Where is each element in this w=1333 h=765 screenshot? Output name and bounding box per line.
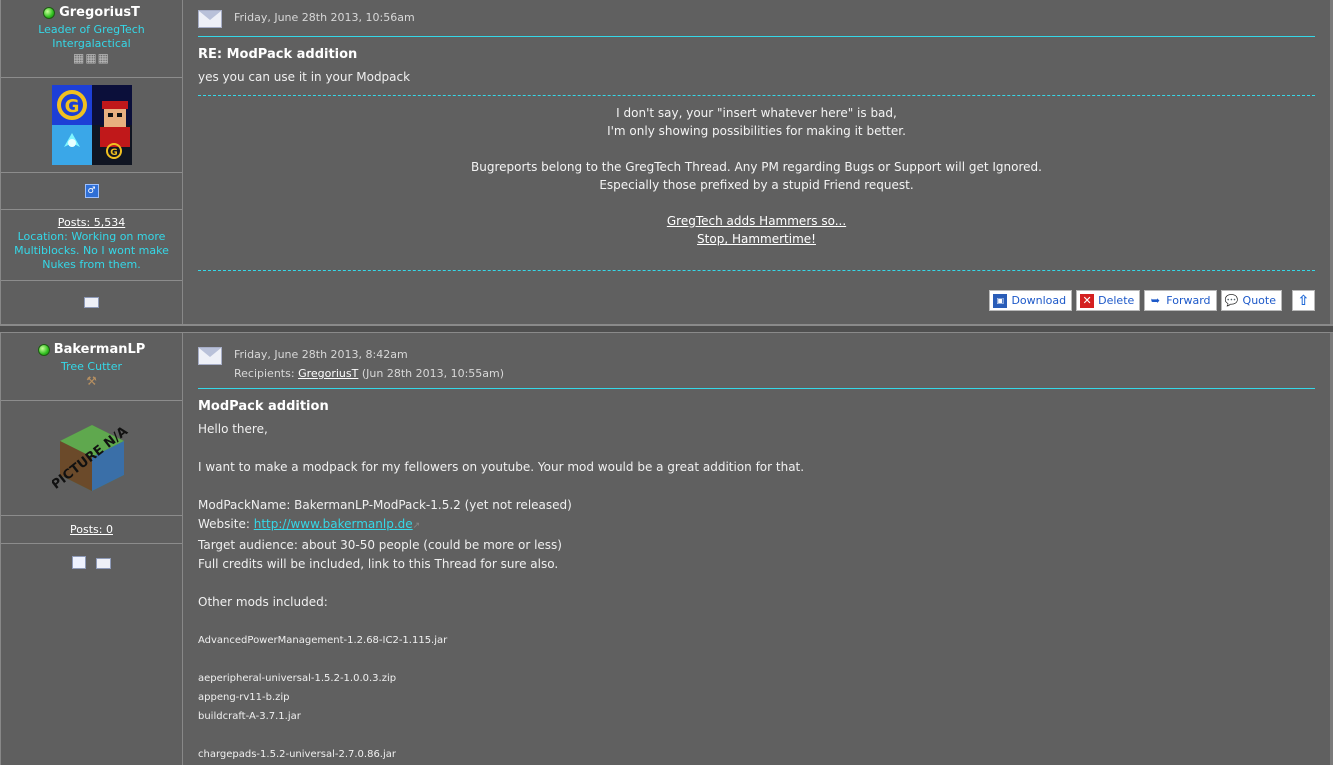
forward-label: Forward [1166, 294, 1211, 307]
message-envelope-icon [198, 347, 222, 365]
mod-file-item: appeng-rv11-b.zip [198, 692, 290, 703]
body-line: ModPackName: BakermanLP-ModPack-1.5.2 (y… [198, 498, 572, 512]
body-line: Hello there, [198, 422, 268, 436]
contact-cell [1, 281, 182, 324]
forward-button[interactable]: ➥ Forward [1144, 290, 1217, 311]
avatar-cell: PICTURE N/A [1, 401, 182, 516]
svg-text:G: G [64, 96, 79, 117]
author-sidebar: BakermanLP Tree Cutter ⚒ PICTURE N/A Pos… [0, 333, 183, 765]
message-content: Friday, June 28th 2013, 10:56am RE: ModP… [183, 0, 1333, 324]
signature-line: I'm only showing possibilities for makin… [607, 124, 906, 138]
body-line: Target audience: about 30-50 people (cou… [198, 538, 562, 552]
external-link-icon: ↗ [412, 521, 421, 531]
message-subject: RE: ModPack addition [198, 47, 358, 62]
message-subject: ModPack addition [198, 399, 329, 414]
avatar: PICTURE N/A [52, 424, 131, 493]
scroll-to-top-button[interactable]: ⇧ [1292, 290, 1315, 311]
signature-line: I don't say, your "insert whatever here"… [616, 106, 897, 120]
author-name[interactable]: BakermanLP [54, 343, 146, 357]
axe-rank-icon: ⚒ [86, 374, 97, 388]
svg-text:G: G [110, 148, 117, 158]
contact-cell [1, 544, 182, 765]
send-pm-icon[interactable] [95, 558, 111, 569]
online-status-icon [43, 7, 56, 19]
quote-bubble-icon: 💬 [1224, 293, 1239, 307]
signature-link-hammers[interactable]: GregTech adds Hammers so... [667, 214, 846, 228]
recipient-link[interactable]: GregoriusT [298, 367, 358, 380]
message-actions: ▣ Download ✕ Delete ➥ Forward 💬 Quote ⇧ [989, 290, 1315, 311]
header-divider [198, 36, 1315, 37]
message-content: Friday, June 28th 2013, 8:42am Recipient… [183, 333, 1333, 765]
arrow-up-icon: ⇧ [1297, 292, 1310, 309]
recipients-label: Recipients: [234, 367, 295, 380]
message-body: Hello there, I want to make a modpack fo… [198, 420, 1315, 764]
online-status-icon [37, 344, 50, 356]
message-date: Friday, June 28th 2013, 8:42am [234, 348, 408, 361]
signature-link-hammertime[interactable]: Stop, Hammertime! [697, 232, 816, 246]
posts-count-link[interactable]: Posts: 0 [70, 523, 113, 537]
gender-cell: ♂ [1, 173, 182, 210]
download-button[interactable]: ▣ Download [989, 290, 1073, 311]
delete-label: Delete [1098, 294, 1135, 307]
author-stats: Posts: 0 [1, 516, 182, 544]
body-line: I want to make a modpack for my fellower… [198, 460, 805, 474]
website-link[interactable]: http://www.bakermanlp.de [254, 517, 413, 531]
recipients-line: Recipients: GregoriusT (Jun 28th 2013, 1… [234, 367, 504, 380]
signature-line: Especially those prefixed by a stupid Fr… [599, 178, 914, 192]
message-post: BakermanLP Tree Cutter ⚒ PICTURE N/A Pos… [0, 332, 1333, 765]
author-name[interactable]: GregoriusT [59, 6, 140, 20]
author-sidebar: GregoriusT Leader of GregTech Intergalac… [0, 0, 183, 324]
author-info: GregoriusT Leader of GregTech Intergalac… [1, 0, 182, 78]
website-line: Website: http://www.bakermanlp.de↗ [198, 515, 1315, 536]
body-line: Other mods included: [198, 595, 328, 609]
header-divider [198, 388, 1315, 389]
rank-title-line2: Intergalactical [52, 37, 131, 50]
rank-title: Leader of GregTech [38, 23, 145, 36]
location-line: Multiblocks. No I wont make [14, 244, 169, 257]
message-post: GregoriusT Leader of GregTech Intergalac… [0, 0, 1333, 326]
pm-conversation: GregoriusT Leader of GregTech Intergalac… [0, 0, 1333, 765]
avatar-cell: G G [1, 78, 182, 173]
delete-x-icon: ✕ [1080, 293, 1095, 308]
message-header: Friday, June 28th 2013, 8:42am Recipient… [198, 333, 1315, 380]
message-envelope-icon [198, 10, 222, 28]
posts-count-link[interactable]: Posts: 5,534 [58, 216, 125, 229]
mod-file-item: chargepads-1.5.2-universal-2.7.0.86.jar [198, 749, 396, 760]
delete-button[interactable]: ✕ Delete [1076, 290, 1141, 311]
author-info: BakermanLP Tree Cutter ⚒ [1, 333, 182, 401]
rank-title: Tree Cutter [61, 360, 122, 373]
quote-button[interactable]: 💬 Quote [1220, 290, 1282, 311]
forward-arrow-icon: ➥ [1150, 293, 1160, 307]
message-date: Friday, June 28th 2013, 10:56am [234, 11, 415, 24]
signature-end-divider [198, 270, 1315, 271]
mod-file-item: aeperipheral-universal-1.5.2-1.0.0.3.zip [198, 673, 397, 684]
rank-stars-icon: ▦▦▦ [72, 51, 110, 65]
mod-file-item: AdvancedPowerManagement-1.2.68-IC2-1.115… [198, 635, 448, 646]
location-line: Nukes from them. [42, 258, 141, 271]
send-pm-icon[interactable] [84, 297, 99, 308]
location-line: Location: Working on more [17, 230, 166, 243]
quote-label: Quote [1242, 294, 1276, 307]
author-stats: Posts: 5,534 Location: Working on more M… [1, 210, 182, 281]
message-body: yes you can use it in your Modpack [198, 70, 411, 84]
website-label: Website: [198, 517, 250, 531]
message-header: Friday, June 28th 2013, 10:56am [198, 0, 1315, 28]
recipient-time: (Jun 28th 2013, 10:55am) [361, 367, 505, 380]
signature-line: Bugreports belong to the GregTech Thread… [471, 160, 1042, 174]
add-contact-icon[interactable] [72, 556, 87, 569]
body-line: Full credits will be included, link to t… [198, 557, 559, 571]
floppy-icon: ▣ [993, 293, 1008, 308]
signature: I don't say, your "insert whatever here"… [198, 96, 1315, 270]
avatar: G G [51, 85, 132, 165]
mod-file-item: buildcraft-A-3.7.1.jar [198, 711, 301, 722]
male-gender-icon: ♂ [84, 184, 99, 198]
download-label: Download [1011, 294, 1067, 307]
